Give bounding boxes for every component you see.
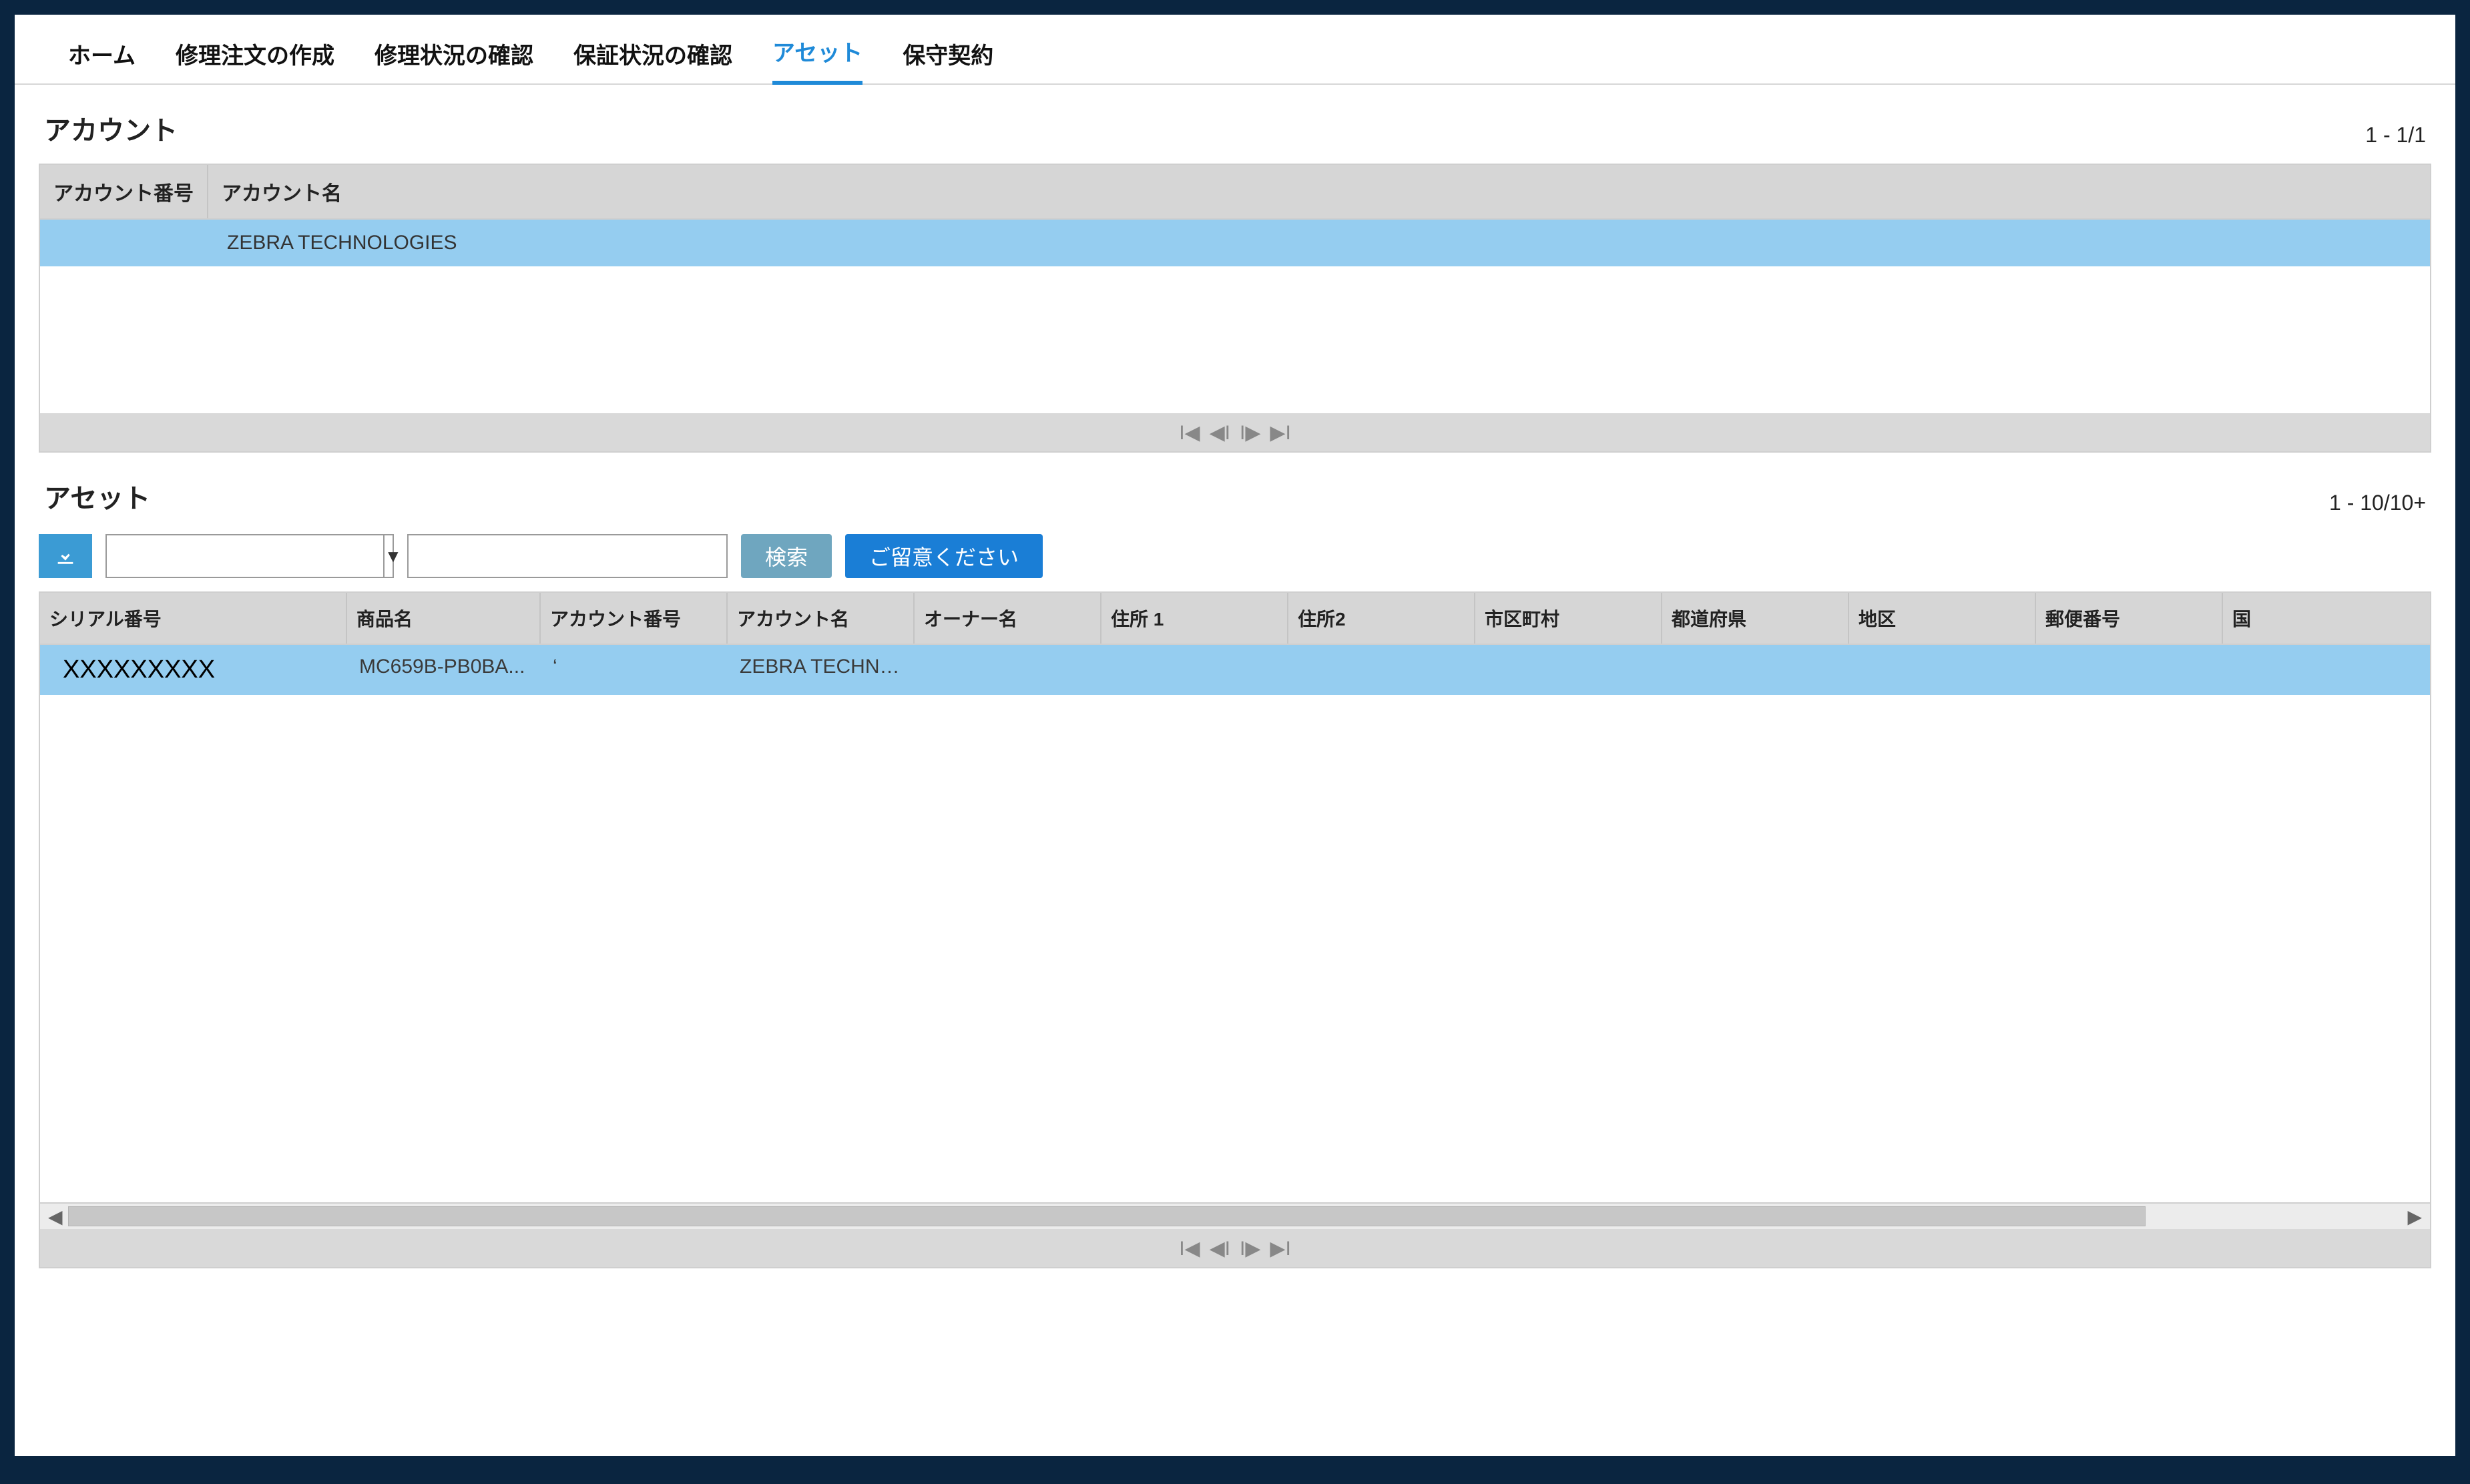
cell-account-number: ‘ (541, 645, 728, 695)
scrollbar-thumb[interactable] (68, 1206, 2146, 1226)
col-account-name[interactable]: アカウント名 (208, 165, 2430, 218)
tab-create-repair-order[interactable]: 修理注文の作成 (176, 29, 334, 83)
asset-pager-controls: I◀ ◀I I▶ ▶I (1179, 1237, 1291, 1260)
chevron-down-icon[interactable]: ▼ (383, 535, 402, 577)
col-district[interactable]: 地区 (1849, 593, 2036, 644)
asset-section-title: アセット (44, 477, 150, 515)
pager-prev-icon[interactable]: ◀I (1210, 421, 1230, 445)
pager-first-icon[interactable]: I◀ (1179, 1237, 1200, 1260)
col-product-name[interactable]: 商品名 (347, 593, 541, 644)
col-postal-code[interactable]: 郵便番号 (2036, 593, 2223, 644)
asset-grid-footer: I◀ ◀I I▶ ▶I (40, 1229, 2430, 1267)
account-table-row[interactable]: ZEBRA TECHNOLOGIES (40, 220, 2430, 266)
col-prefecture[interactable]: 都道府県 (1662, 593, 1849, 644)
cell-owner-name (915, 645, 1101, 695)
cell-serial-number: XXXXXXXXX (40, 645, 347, 695)
asset-grid-row[interactable]: XXXXXXXXX MC659B-PB0BA... ‘ ZEBRA TECHNO… (40, 645, 2430, 695)
cell-district (1849, 645, 2036, 695)
col-account-name[interactable]: アカウント名 (728, 593, 915, 644)
col-owner-name[interactable]: オーナー名 (915, 593, 1101, 644)
notice-button[interactable]: ご留意ください (845, 534, 1043, 578)
tab-bar: ホーム 修理注文の作成 修理状況の確認 保証状況の確認 アセット 保守契約 (15, 15, 2455, 85)
cell-address-2 (1288, 645, 1475, 695)
cell-account-name: ZEBRA TECHNO... (728, 645, 915, 695)
pager-next-icon[interactable]: I▶ (1240, 1237, 1260, 1260)
account-section-header: アカウント 1 - 1/1 (39, 103, 2431, 164)
filter-field-input[interactable] (107, 535, 383, 577)
tab-service-contract[interactable]: 保守契約 (903, 29, 993, 83)
scroll-left-icon[interactable]: ◀ (45, 1206, 65, 1228)
filter-field-combo[interactable]: ▼ (105, 534, 394, 578)
pager-next-icon[interactable]: I▶ (1240, 421, 1260, 445)
scroll-right-icon[interactable]: ▶ (2405, 1206, 2425, 1228)
account-table: アカウント番号 アカウント名 ZEBRA TECHNOLOGIES I◀ ◀I … (39, 164, 2431, 453)
asset-section: アセット 1 - 10/10+ ▼ 検索 ご留意ください シリアル番号 商品名 … (15, 453, 2455, 1268)
col-account-number[interactable]: アカウント番号 (40, 165, 208, 218)
col-account-number[interactable]: アカウント番号 (541, 593, 728, 644)
asset-section-header: アセット 1 - 10/10+ (39, 471, 2431, 531)
filter-value-input[interactable] (407, 534, 728, 578)
pager-last-icon[interactable]: ▶I (1270, 1237, 1290, 1260)
col-serial-number[interactable]: シリアル番号 (40, 593, 347, 644)
col-city[interactable]: 市区町村 (1475, 593, 1662, 644)
pager-last-icon[interactable]: ▶I (1270, 421, 1290, 445)
asset-pager-text: 1 - 10/10+ (2329, 491, 2426, 515)
cell-account-number (40, 220, 214, 266)
asset-grid: シリアル番号 商品名 アカウント番号 アカウント名 オーナー名 住所 1 住所2… (39, 591, 2431, 1268)
asset-grid-header: シリアル番号 商品名 アカウント番号 アカウント名 オーナー名 住所 1 住所2… (40, 593, 2430, 645)
pager-prev-icon[interactable]: ◀I (1210, 1237, 1230, 1260)
download-icon (54, 544, 77, 569)
asset-horizontal-scrollbar[interactable]: ◀ ▶ (40, 1202, 2430, 1229)
download-button[interactable] (39, 534, 92, 578)
account-section: アカウント 1 - 1/1 アカウント番号 アカウント名 ZEBRA TECHN… (15, 85, 2455, 453)
col-address-2[interactable]: 住所2 (1288, 593, 1475, 644)
cell-country (2223, 645, 2340, 695)
col-country[interactable]: 国 (2223, 593, 2340, 644)
cell-prefecture (1662, 645, 1849, 695)
cell-product-name: MC659B-PB0BA... (347, 645, 541, 695)
account-table-header: アカウント番号 アカウント名 (40, 165, 2430, 220)
cell-account-name: ZEBRA TECHNOLOGIES (214, 220, 472, 266)
account-pager-controls: I◀ ◀I I▶ ▶I (1179, 421, 1291, 445)
search-button[interactable]: 検索 (741, 534, 832, 578)
tab-repair-status[interactable]: 修理状況の確認 (375, 29, 533, 83)
tab-assets[interactable]: アセット (772, 27, 862, 85)
account-table-empty-area (40, 266, 2430, 413)
scrollbar-track[interactable] (68, 1206, 2403, 1226)
asset-toolbar: ▼ 検索 ご留意ください (39, 531, 2431, 591)
asset-grid-empty-area (40, 695, 2430, 1202)
cell-city (1475, 645, 1662, 695)
tab-warranty-status[interactable]: 保証状況の確認 (573, 29, 732, 83)
cell-address-1 (1101, 645, 1288, 695)
tab-home[interactable]: ホーム (68, 29, 136, 83)
app-frame: ホーム 修理注文の作成 修理状況の確認 保証状況の確認 アセット 保守契約 アカ… (13, 13, 2457, 1457)
account-pager-text: 1 - 1/1 (2365, 123, 2426, 148)
col-address-1[interactable]: 住所 1 (1101, 593, 1288, 644)
pager-first-icon[interactable]: I◀ (1179, 421, 1200, 445)
account-section-title: アカウント (44, 109, 178, 148)
account-table-footer: I◀ ◀I I▶ ▶I (40, 413, 2430, 451)
cell-postal-code (2036, 645, 2223, 695)
